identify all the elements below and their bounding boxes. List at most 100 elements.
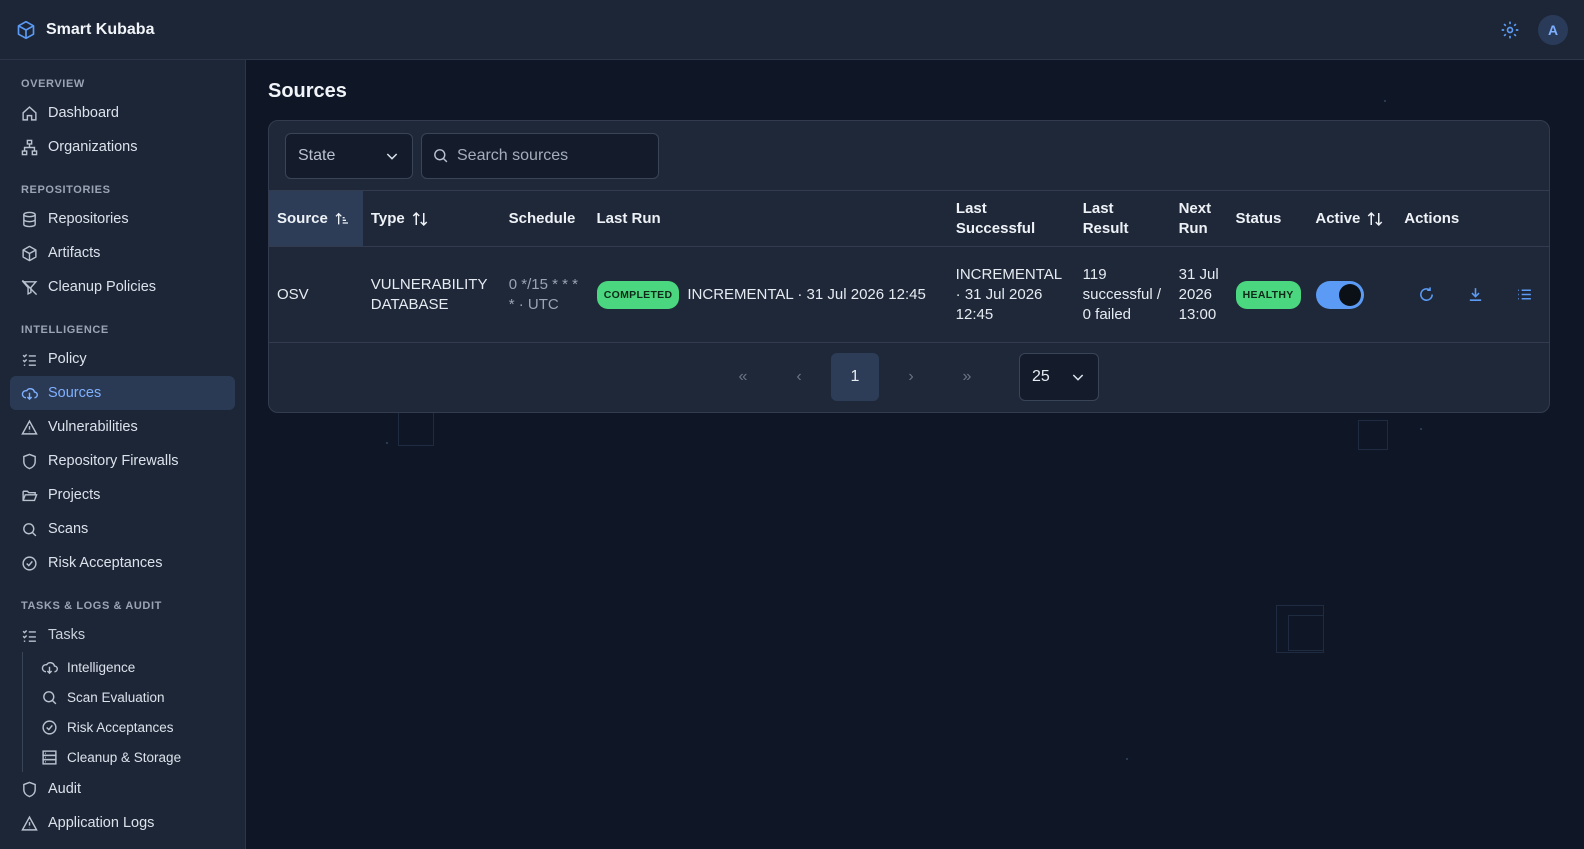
column-header-source[interactable]: Source [269, 191, 363, 246]
column-header-label: Last Successful [955, 199, 1036, 237]
sidebar-item-scans[interactable]: Scans [10, 512, 235, 546]
sidebar-item-projects[interactable]: Projects [10, 478, 235, 512]
checklist-icon [22, 629, 36, 642]
brand[interactable]: Smart Kubaba [16, 20, 154, 40]
sidebar-item-dashboard[interactable]: Dashboard [10, 96, 235, 130]
chevron-down-icon [386, 152, 398, 160]
sidebar-item-application-logs[interactable]: Application Logs [10, 806, 235, 840]
download-icon[interactable] [1467, 286, 1484, 303]
cell-type-text: VULNERABILITY DATABASE [370, 275, 488, 313]
sidebar-item-policy[interactable]: Policy [10, 342, 235, 376]
sidebar-subitem-label: Cleanup & Storage [67, 749, 182, 765]
column-header-active[interactable]: Active [1307, 191, 1396, 246]
box-icon [22, 245, 37, 261]
cell-last-successful-text: INCREMENTAL · 31 Jul 2026 12:45 [955, 265, 1062, 323]
cloud-download-icon [41, 661, 58, 674]
shield-icon [23, 453, 36, 469]
sidebar-item-artifacts[interactable]: Artifacts [10, 236, 235, 270]
filter-off-icon [21, 279, 38, 295]
search-box[interactable] [421, 132, 659, 179]
sidebar-item-cleanup-policies[interactable]: Cleanup Policies [10, 270, 235, 304]
column-header-label: Schedule [508, 209, 576, 227]
gear-icon[interactable] [1500, 20, 1520, 40]
column-header-label: Status [1235, 209, 1282, 227]
section-title-repositories: REPOSITORIES [21, 184, 111, 196]
next-page-button[interactable]: › [887, 353, 935, 401]
sidebar-item-label: Sources [48, 385, 102, 401]
search-icon [43, 690, 57, 704]
refresh-icon[interactable] [1418, 286, 1435, 303]
sources-table-card: State Source Type Schedule Last Run [268, 120, 1550, 413]
sidebar-item-organizations[interactable]: Organizations [10, 130, 235, 164]
sidebar-subitem-intelligence[interactable]: Intelligence [31, 652, 235, 682]
folder-open-icon [22, 490, 38, 501]
top-bar: Smart Kubaba A [0, 0, 1584, 60]
background-decoration [1288, 615, 1324, 651]
first-page-button[interactable]: « [719, 353, 767, 401]
state-select[interactable]: State [285, 132, 413, 179]
sidebar: OVERVIEW Dashboard Organizations REPOSIT… [0, 60, 246, 849]
table-row[interactable]: OSV VULNERABILITY DATABASE 0 */15 * * * … [269, 247, 1549, 343]
column-header-label: Active [1315, 209, 1361, 227]
column-header-label: Next Run [1178, 199, 1212, 237]
sidebar-item-label: Policy [48, 351, 87, 367]
org-chart-icon [21, 139, 38, 155]
sidebar-item-repositories[interactable]: Repositories [10, 202, 235, 236]
sidebar-subitem-risk-acceptances[interactable]: Risk Acceptances [31, 712, 235, 742]
sidebar-item-repository-firewalls[interactable]: Repository Firewalls [10, 444, 235, 478]
database-icon [23, 211, 36, 227]
active-toggle[interactable] [1315, 280, 1364, 309]
search-input[interactable] [457, 146, 647, 165]
column-header-label: Type [370, 209, 405, 227]
sidebar-item-label: Projects [48, 487, 101, 503]
completed-badge: COMPLETED [596, 280, 680, 309]
cell-schedule-text: 0 */15 * * * * · UTC [508, 275, 578, 313]
cell-last-run-text: INCREMENTAL · 31 Jul 2026 12:45 [687, 285, 926, 303]
warning-icon [21, 419, 38, 435]
sort-icon [1368, 211, 1383, 226]
cloud-download-icon [21, 387, 38, 400]
column-header-label: Actions [1404, 209, 1460, 227]
check-circle-icon [42, 719, 57, 735]
sort-ascending-icon [335, 212, 348, 224]
pagination: « ‹ 1 › » 25 [269, 343, 1549, 411]
cell-source: OSV [277, 285, 309, 303]
cell-status: HEALTHY [1228, 247, 1308, 342]
sidebar-subitem-scan-evaluation[interactable]: Scan Evaluation [31, 682, 235, 712]
cell-last-result-text: 119 successful / 0 failed [1082, 265, 1162, 323]
column-header-last-successful: Last Successful [948, 191, 1075, 246]
column-header-label: Last Result [1082, 199, 1129, 237]
sidebar-item-tasks[interactable]: Tasks [10, 618, 235, 652]
sidebar-item-label: Scans [48, 521, 89, 537]
sidebar-subitem-cleanup-storage[interactable]: Cleanup & Storage [31, 742, 235, 772]
sidebar-item-audit[interactable]: Audit [10, 772, 235, 806]
toggle-knob [1338, 283, 1361, 306]
sidebar-item-label: Risk Acceptances [48, 555, 163, 571]
prev-page-button[interactable]: ‹ [775, 353, 823, 401]
column-header-last-run: Last Run [589, 191, 948, 246]
sidebar-item-label: Organizations [48, 139, 138, 155]
page-size-select[interactable]: 25 [1019, 353, 1099, 401]
section-title-tasks-logs-audit: TASKS & LOGS & AUDIT [21, 600, 162, 612]
warning-icon [21, 815, 38, 831]
cell-last-run: COMPLETED INCREMENTAL · 31 Jul 2026 12:4… [589, 247, 948, 342]
sidebar-item-vulnerabilities[interactable]: Vulnerabilities [10, 410, 235, 444]
cell-active [1308, 247, 1397, 342]
sidebar-item-sources[interactable]: Sources [10, 376, 235, 410]
sidebar-item-label: Dashboard [48, 105, 119, 121]
page-title: Sources [268, 80, 347, 102]
cell-schedule: 0 */15 * * * * · UTC [501, 247, 589, 342]
sort-icon [412, 211, 428, 226]
checklist-icon [22, 353, 36, 366]
avatar[interactable]: A [1538, 14, 1568, 45]
state-select-label: State [298, 146, 336, 164]
sidebar-item-label: Audit [48, 781, 82, 797]
sidebar-item-risk-acceptances[interactable]: Risk Acceptances [10, 546, 235, 580]
table-header: Source Type Schedule Last Run Last Succe… [269, 191, 1549, 247]
last-page-button[interactable]: » [943, 353, 991, 401]
list-icon[interactable] [1516, 286, 1533, 303]
page-button-current[interactable]: 1 [831, 353, 879, 401]
column-header-type[interactable]: Type [363, 191, 501, 246]
column-header-last-result: Last Result [1075, 191, 1171, 246]
column-header-label: Last Run [596, 209, 661, 227]
